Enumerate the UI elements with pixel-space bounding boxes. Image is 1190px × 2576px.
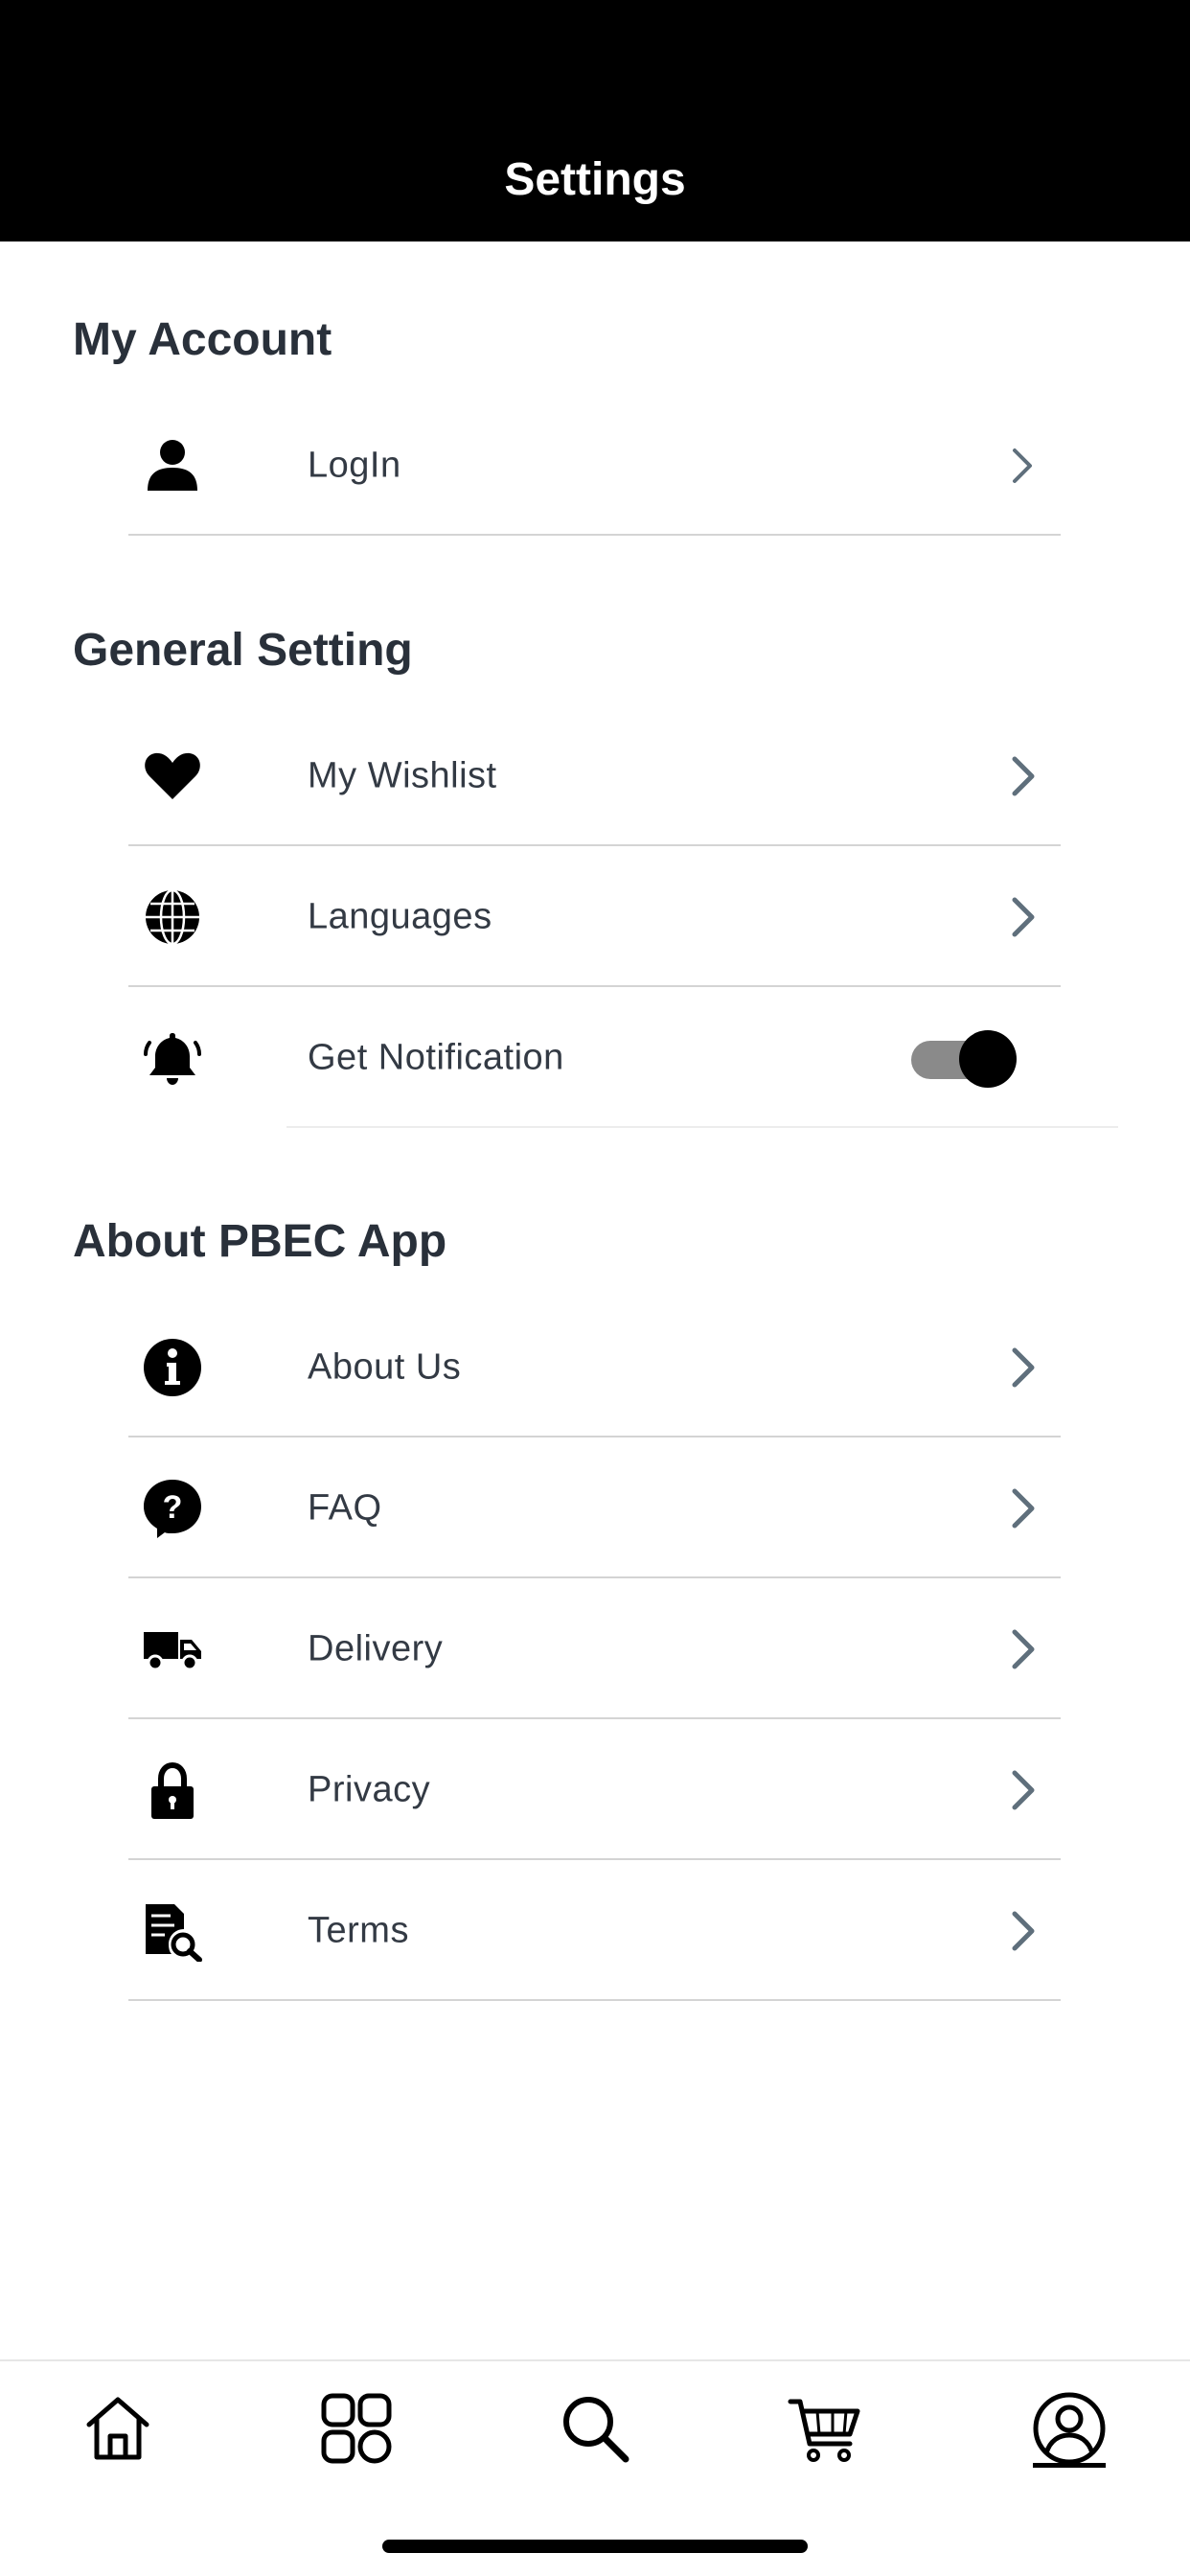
settings-item-label: FAQ xyxy=(308,1487,382,1528)
settings-item-label: About Us xyxy=(308,1346,462,1387)
divider xyxy=(128,1999,1061,2001)
user-icon xyxy=(138,431,207,500)
tab-search[interactable] xyxy=(547,2380,643,2476)
heart-icon xyxy=(138,742,207,811)
active-tab-indicator xyxy=(1033,2463,1106,2468)
settings-item-label: Delivery xyxy=(308,1628,444,1668)
truck-icon xyxy=(138,1615,207,1684)
tab-profile[interactable] xyxy=(1021,2380,1117,2476)
chevron-right-icon xyxy=(1012,756,1035,795)
question-bubble-icon: ? xyxy=(138,1474,207,1543)
tab-cart[interactable] xyxy=(777,2380,873,2476)
divider xyxy=(286,1126,1118,1128)
section-title-my-account: My Account xyxy=(73,314,332,365)
profile-icon xyxy=(1033,2392,1106,2465)
tab-home[interactable] xyxy=(70,2380,166,2476)
settings-item-label: Privacy xyxy=(308,1769,431,1809)
settings-item-label: LogIn xyxy=(308,445,401,485)
settings-item-label: Get Notification xyxy=(308,1037,564,1077)
home-indicator xyxy=(382,2540,808,2553)
section-title-about: About PBEC App xyxy=(73,1216,447,1267)
settings-item-wishlist[interactable]: My Wishlist xyxy=(128,705,1061,846)
bell-icon xyxy=(138,1024,207,1092)
settings-item-login[interactable]: LogIn xyxy=(128,395,1061,536)
settings-item-notification: Get Notification xyxy=(128,987,1118,1128)
page-title: Settings xyxy=(504,154,686,205)
chevron-right-icon xyxy=(1012,1911,1035,1950)
chevron-right-icon xyxy=(1012,897,1035,936)
cart-icon xyxy=(788,2399,860,2462)
document-search-icon xyxy=(138,1897,207,1966)
chevron-right-icon xyxy=(1012,1347,1035,1387)
lock-icon xyxy=(138,1756,207,1825)
tab-categories[interactable] xyxy=(309,2380,404,2476)
grid-icon xyxy=(321,2393,392,2464)
settings-item-privacy[interactable]: Privacy xyxy=(128,1719,1061,1860)
toggle-knob xyxy=(959,1029,1017,1088)
home-icon xyxy=(86,2397,149,2460)
globe-icon xyxy=(138,883,207,952)
settings-item-about-us[interactable]: About Us xyxy=(128,1297,1061,1438)
notification-toggle[interactable] xyxy=(911,1029,1017,1088)
settings-item-faq[interactable]: ? FAQ xyxy=(128,1438,1061,1578)
chevron-right-icon xyxy=(1012,1629,1035,1668)
nav-header: Settings xyxy=(0,0,1190,242)
chevron-right-icon xyxy=(1013,448,1032,483)
settings-item-terms[interactable]: Terms xyxy=(128,1860,1061,2001)
settings-item-languages[interactable]: Languages xyxy=(128,846,1061,987)
svg-text:?: ? xyxy=(163,1489,183,1526)
divider xyxy=(128,534,1061,536)
chevron-right-icon xyxy=(1012,1770,1035,1809)
search-icon xyxy=(563,2397,629,2463)
chevron-right-icon xyxy=(1012,1488,1035,1528)
settings-item-label: My Wishlist xyxy=(308,755,497,795)
info-icon xyxy=(138,1333,207,1402)
settings-item-label: Terms xyxy=(308,1910,409,1950)
settings-item-label: Languages xyxy=(308,896,492,936)
settings-item-delivery[interactable]: Delivery xyxy=(128,1578,1061,1719)
section-title-general-setting: General Setting xyxy=(73,625,413,676)
